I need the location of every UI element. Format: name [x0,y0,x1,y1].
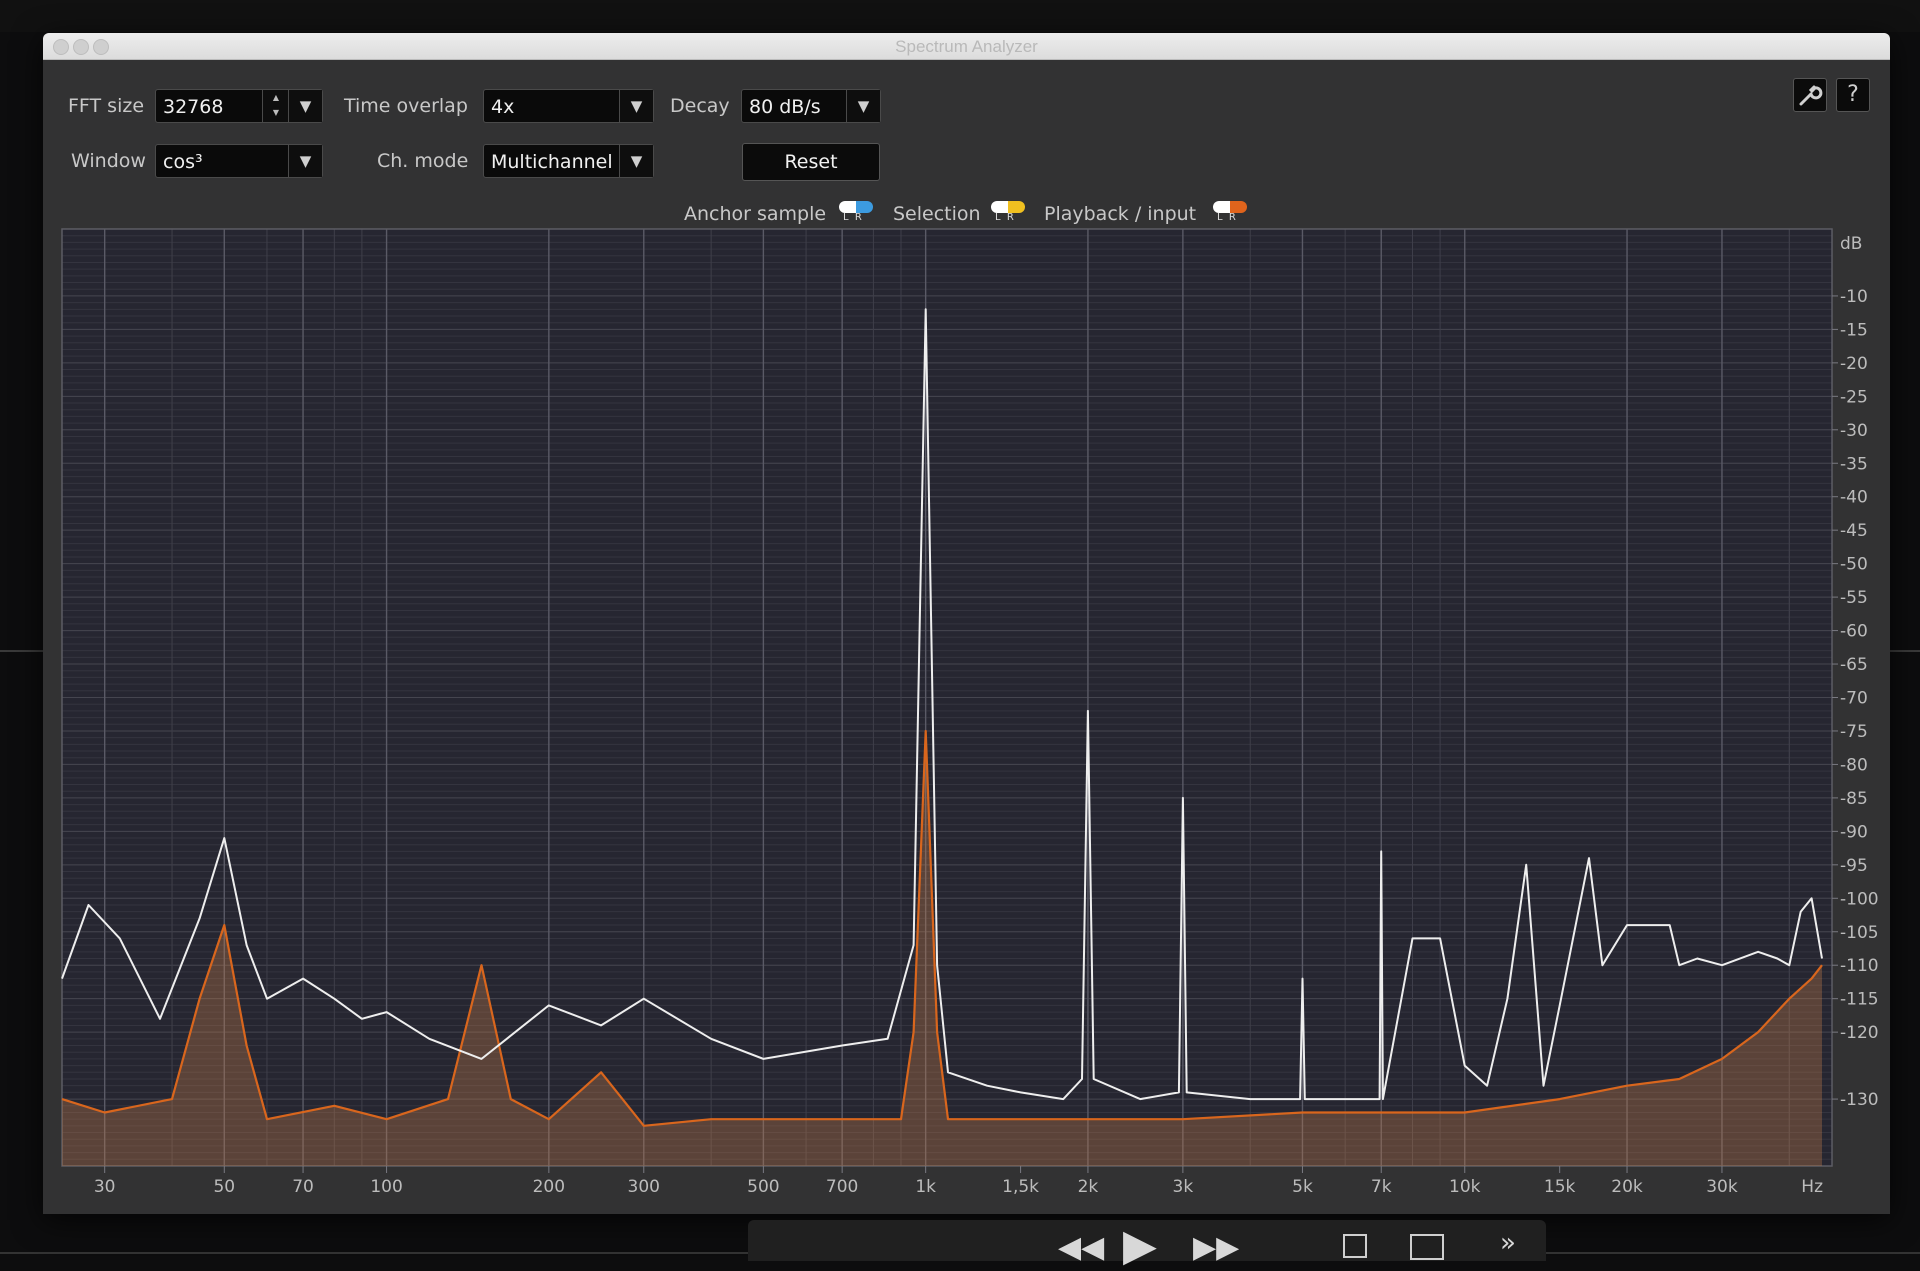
y-tick-label: -95 [1840,856,1868,876]
track-divider-left [0,650,43,652]
y-tick-label: -120 [1840,1023,1879,1043]
x-tick-label: 10k [1449,1177,1481,1197]
y-tick-label: -130 [1840,1090,1879,1110]
x-tick-label: 70 [292,1177,314,1197]
y-tick-label: -15 [1840,320,1868,340]
x-tick-label: 30k [1706,1177,1738,1197]
x-tick-label: 200 [533,1177,565,1197]
y-tick-label: -75 [1840,722,1868,742]
x-tick-label: 3k [1173,1177,1194,1197]
x-tick-label: 5k [1292,1177,1313,1197]
x-tick-label: 100 [370,1177,402,1197]
x-tick-label: 15k [1544,1177,1576,1197]
x-axis-label: Hz [1801,1177,1823,1197]
y-tick-label: -85 [1840,789,1868,809]
transport-bar: ◀◀ ▶ ▶▶ » [748,1220,1546,1271]
legend-swatch-2: L R [1213,201,1247,223]
x-tick-label: 1k [915,1177,936,1197]
x-tick-label: 1,5k [1002,1177,1039,1197]
x-tick-label: 7k [1371,1177,1392,1197]
play-icon[interactable]: ▶ [1123,1220,1157,1271]
spectrum-plot[interactable]: -10 -15 -20 -25 -30 -35 -40 -45 -50 -55 -60 -65 -70 -… [43,33,1890,1214]
y-tick-label: -115 [1840,990,1879,1010]
x-tick-label: 2k [1078,1177,1099,1197]
y-tick-label: -25 [1840,387,1868,407]
y-tick-label: -65 [1840,655,1868,675]
x-tick-label: 700 [826,1177,858,1197]
app-background-header [0,0,1920,32]
y-tick-label: -100 [1840,889,1879,909]
x-tick-label: 20k [1611,1177,1643,1197]
spectrum-analyzer-window: Spectrum Analyzer FFT size 32768 ▲ ▼ ▼ Ti… [43,33,1890,1214]
y-axis-label: dB [1840,234,1862,254]
y-tick-label: -20 [1840,354,1868,374]
legend-swatch-1: L R [991,201,1025,223]
y-tick-label: -10 [1840,287,1868,307]
stop-icon[interactable] [1343,1234,1367,1258]
y-tick-label: -30 [1840,421,1868,441]
loop-icon[interactable] [1410,1234,1444,1260]
y-tick-label: -90 [1840,822,1868,842]
y-tick-label: -80 [1840,755,1868,775]
y-tick-label: -50 [1840,555,1868,575]
y-tick-label: -70 [1840,689,1868,709]
y-tick-label: -60 [1840,622,1868,642]
y-tick-label: -110 [1840,956,1879,976]
legend-swatch-0: L R [839,201,873,223]
rewind-icon[interactable]: ◀◀ [1058,1230,1104,1265]
y-tick-label: -45 [1840,521,1868,541]
x-tick-label: 500 [747,1177,779,1197]
x-tick-label: 50 [213,1177,235,1197]
x-tick-label: 300 [628,1177,660,1197]
y-tick-label: -40 [1840,488,1868,508]
y-tick-label: -55 [1840,588,1868,608]
y-tick-label: -35 [1840,454,1868,474]
fast-forward-icon[interactable]: ▶▶ [1193,1230,1239,1265]
y-tick-label: -105 [1840,923,1879,943]
x-tick-label: 30 [94,1177,116,1197]
track-divider-right [1889,650,1920,652]
more-icon[interactable]: » [1500,1228,1516,1258]
